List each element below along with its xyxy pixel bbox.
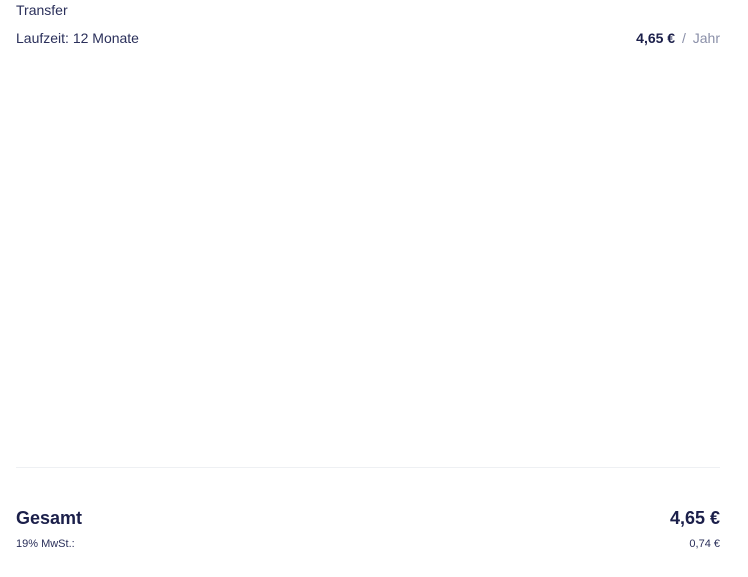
term-price: 4,65 € / Jahr (636, 29, 720, 47)
price-amount: 4,65 € (636, 30, 676, 46)
summary-divider (16, 467, 720, 468)
vat-amount: 0,74 € (689, 538, 720, 550)
price-period: Jahr (692, 30, 720, 46)
vat-row: 19% MwSt.: 0,74 € (16, 538, 720, 550)
total-row: Gesamt 4,65 € (16, 508, 720, 529)
item-name: Transfer (16, 2, 68, 18)
price-separator: / (681, 30, 686, 46)
total-label: Gesamt (16, 508, 83, 528)
term-label: Laufzeit: 12 Monate (16, 30, 139, 46)
term-row: Laufzeit: 12 Monate 4,65 € / Jahr (16, 29, 720, 47)
vat-label: 19% MwSt.: (16, 538, 75, 550)
total-amount: 4,65 € (669, 508, 720, 528)
